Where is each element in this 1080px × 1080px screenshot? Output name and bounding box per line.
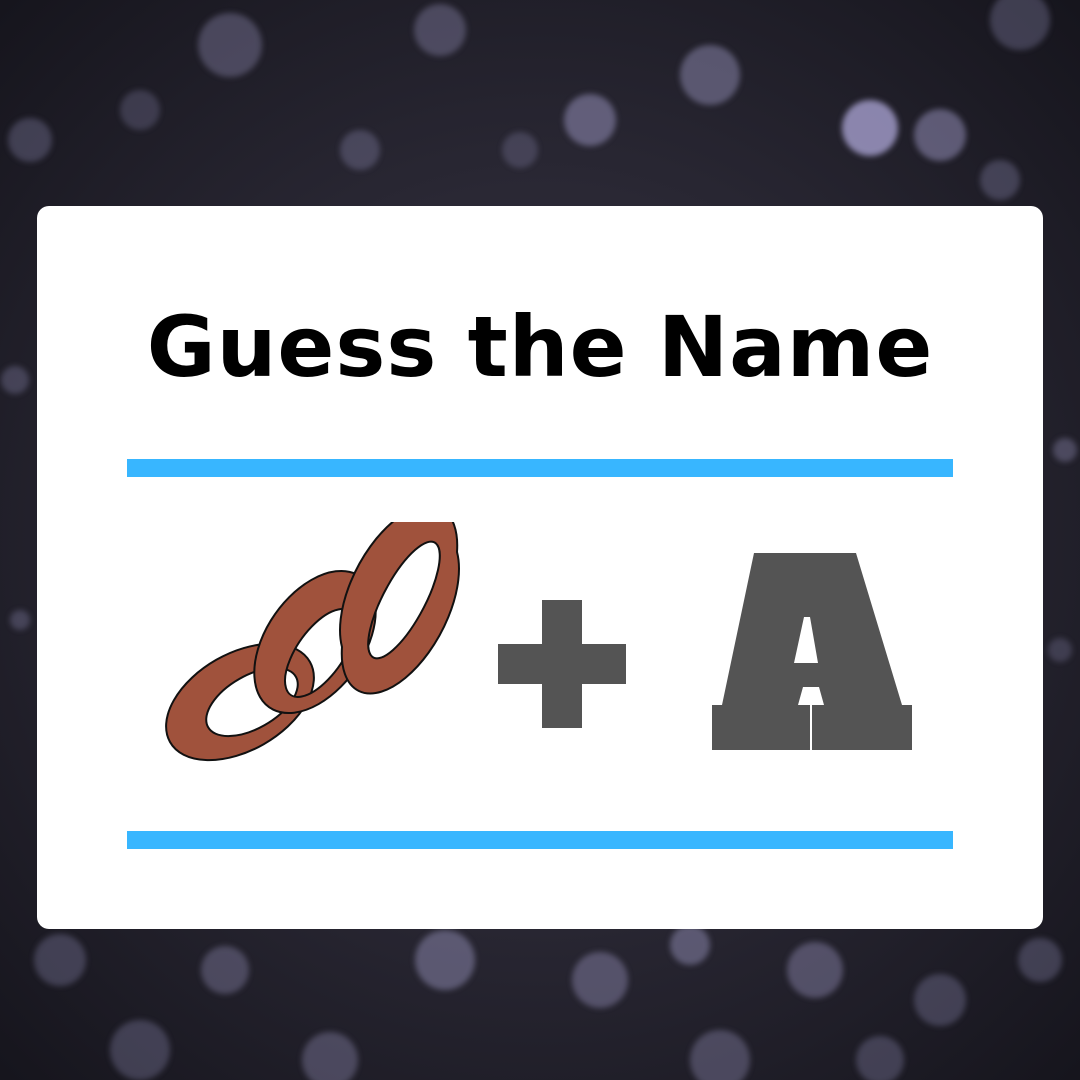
page-title: Guess the Name bbox=[146, 298, 934, 396]
divider-bottom bbox=[127, 831, 953, 849]
chain-icon bbox=[165, 522, 460, 762]
divider-top bbox=[127, 459, 953, 477]
letter-a-glyph bbox=[706, 545, 916, 755]
plus-icon bbox=[498, 600, 626, 728]
